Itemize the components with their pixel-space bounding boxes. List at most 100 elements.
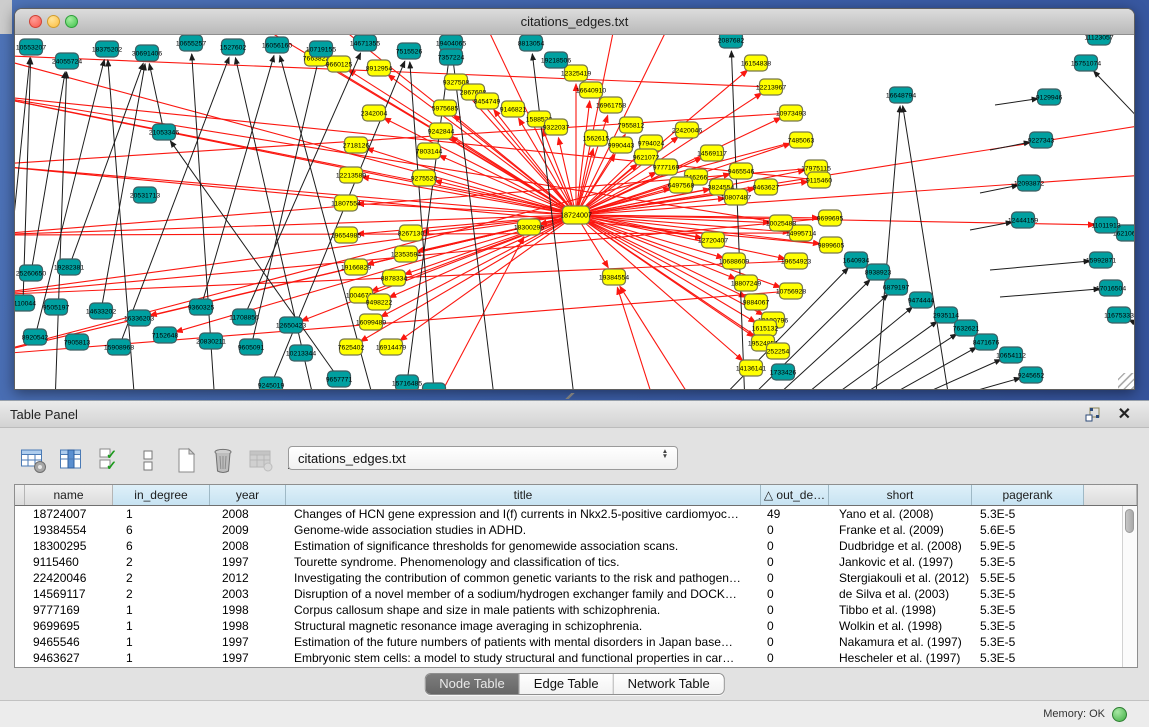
network-node[interactable]: 11807554 [331, 195, 361, 211]
tab-edge-table[interactable]: Edge Table [520, 674, 614, 694]
cell-name[interactable]: 22420046 [25, 570, 113, 586]
network-edge[interactable] [873, 347, 976, 390]
network-node[interactable]: 8454749 [474, 93, 501, 109]
network-node[interactable]: 9505197 [43, 299, 70, 315]
network-node[interactable]: 20531713 [130, 187, 160, 203]
cell-name[interactable]: 9463627 [25, 650, 113, 666]
cell-short[interactable]: Jankovic et al. (1997) [829, 554, 972, 570]
network-node[interactable]: 9275520 [411, 170, 438, 186]
cell-pagerank[interactable]: 5.3E-5 [972, 554, 1084, 570]
cell-title[interactable]: Investigating the contribution of common… [286, 570, 761, 586]
network-node[interactable]: 16961758 [596, 97, 626, 113]
table-scrollbar[interactable] [1122, 506, 1137, 667]
network-node[interactable]: 12444159 [1008, 212, 1038, 228]
network-node[interactable]: 11675333 [1104, 307, 1134, 323]
table-row[interactable]: 2242004622012Investigating the contribut… [15, 570, 1137, 586]
cell-short[interactable]: Yano et al. (2008) [829, 506, 972, 522]
network-edge[interactable] [899, 359, 1001, 390]
table-selector[interactable]: citations_edges.txt ▲▼ [288, 446, 678, 470]
cell-short[interactable]: de Silva et al. (2003) [829, 586, 972, 602]
network-node[interactable]: 12353594 [391, 246, 421, 262]
cell-title[interactable]: Estimation of significance thresholds fo… [286, 538, 761, 554]
network-node[interactable]: 10553207 [16, 39, 46, 55]
network-node[interactable]: 12650423 [276, 317, 306, 333]
network-node[interactable]: 10807487 [721, 189, 751, 205]
cell-year[interactable]: 1998 [210, 618, 286, 634]
cell-short[interactable]: Stergiakouli et al. (2012) [829, 570, 972, 586]
network-node[interactable]: 15751074 [1071, 55, 1101, 71]
network-node[interactable]: 19282381 [54, 259, 84, 275]
cell-short[interactable]: Dudbridge et al. (2008) [829, 538, 972, 554]
network-node[interactable]: 15716485 [392, 375, 422, 390]
network-edge[interactable] [990, 142, 1030, 150]
network-canvas[interactable]: 1872400712325419166409101696175879558121… [15, 35, 1135, 390]
table-row[interactable]: 1938455462009Genome-wide association stu… [15, 522, 1137, 538]
network-node[interactable]: 9242844 [428, 123, 455, 139]
cell-in_degree[interactable]: 1 [113, 506, 210, 522]
network-node[interactable]: 6879197 [883, 279, 910, 295]
network-node[interactable]: 16056160 [262, 37, 292, 53]
cell-pagerank[interactable]: 5.9E-5 [972, 538, 1084, 554]
row-height-icon[interactable] [134, 446, 161, 474]
network-node[interactable]: 14136141 [736, 360, 766, 376]
network-node[interactable]: 14569117 [697, 145, 727, 161]
window-resize-grip[interactable] [1118, 373, 1134, 389]
network-node[interactable]: 9657771 [326, 371, 353, 387]
network-edge[interactable] [15, 215, 576, 235]
network-edge[interactable] [251, 60, 318, 347]
cell-in_degree[interactable]: 6 [113, 522, 210, 538]
cell-out_degree[interactable]: 0 [761, 634, 829, 650]
cell-short[interactable]: Hescheler et al. (1997) [829, 650, 972, 666]
network-node[interactable]: 8813054 [518, 35, 545, 51]
network-node[interactable]: 16640910 [576, 82, 606, 98]
network-node[interactable]: 9322037 [543, 119, 570, 135]
network-node[interactable]: 19218506 [541, 52, 571, 68]
network-node[interactable]: 7515526 [396, 43, 423, 59]
column-header-title[interactable]: title [286, 485, 761, 505]
network-node[interactable]: 9110044 [15, 295, 36, 311]
network-node[interactable]: 1562615 [583, 130, 610, 146]
network-node[interactable]: 6497568 [668, 177, 695, 193]
network-node[interactable]: 9245652 [1018, 367, 1045, 383]
cell-out_degree[interactable]: 0 [761, 538, 829, 554]
table-row[interactable]: 911546021997Tourette syndrome. Phenomeno… [15, 554, 1137, 570]
network-node[interactable]: 7803144 [416, 143, 443, 159]
network-node[interactable]: 9115460 [806, 172, 832, 188]
network-node[interactable]: 11708856 [229, 309, 259, 325]
cell-title[interactable]: Structural magnetic resonance image aver… [286, 618, 761, 634]
network-node[interactable]: 2087682 [718, 35, 745, 48]
network-node[interactable]: 8267130 [398, 225, 425, 241]
cell-in_degree[interactable]: 1 [113, 602, 210, 618]
cell-name[interactable]: 9115460 [25, 554, 113, 570]
network-node[interactable]: 20830211 [196, 333, 226, 349]
network-node[interactable]: 22420046 [672, 122, 702, 138]
column-header-name[interactable]: name [25, 485, 113, 505]
network-node[interactable]: 14633202 [86, 303, 116, 319]
network-node[interactable]: 10719155 [306, 41, 336, 57]
network-edge[interactable] [875, 106, 900, 390]
cell-short[interactable]: Franke et al. (2009) [829, 522, 972, 538]
network-node[interactable]: 15992871 [1086, 252, 1116, 268]
network-edge[interactable] [1000, 289, 1100, 297]
cell-title[interactable]: Estimation of the future numbers of pati… [286, 634, 761, 650]
cell-pagerank[interactable]: 5.6E-5 [972, 522, 1084, 538]
network-node[interactable]: 7357224 [438, 49, 465, 65]
cell-out_degree[interactable]: 49 [761, 506, 829, 522]
network-node[interactable]: 2718126 [343, 137, 370, 153]
cell-out_degree[interactable]: 0 [761, 522, 829, 538]
network-edge[interactable] [15, 215, 576, 295]
network-node[interactable]: 30691406 [132, 45, 162, 61]
cell-title[interactable]: Embryonic stem cells: a model to study s… [286, 650, 761, 666]
cell-in_degree[interactable]: 2 [113, 570, 210, 586]
column-header-in_degree[interactable]: in_degree [113, 485, 210, 505]
network-node[interactable]: 10973493 [776, 105, 806, 121]
table-row[interactable]: 977716911998Corpus callosum shape and si… [15, 602, 1137, 618]
network-node[interactable]: 11123057 [1084, 35, 1113, 45]
cell-pagerank[interactable]: 5.5E-5 [972, 570, 1084, 586]
cell-in_degree[interactable]: 1 [113, 634, 210, 650]
table-row[interactable]: 1456911722003Disruption of a novel membe… [15, 586, 1137, 602]
cell-name[interactable]: 9777169 [25, 602, 113, 618]
cell-year[interactable]: 2009 [210, 522, 286, 538]
network-node[interactable]: 19654985 [331, 227, 361, 243]
column-select-check-icon[interactable]: ✓✓ [96, 446, 123, 474]
